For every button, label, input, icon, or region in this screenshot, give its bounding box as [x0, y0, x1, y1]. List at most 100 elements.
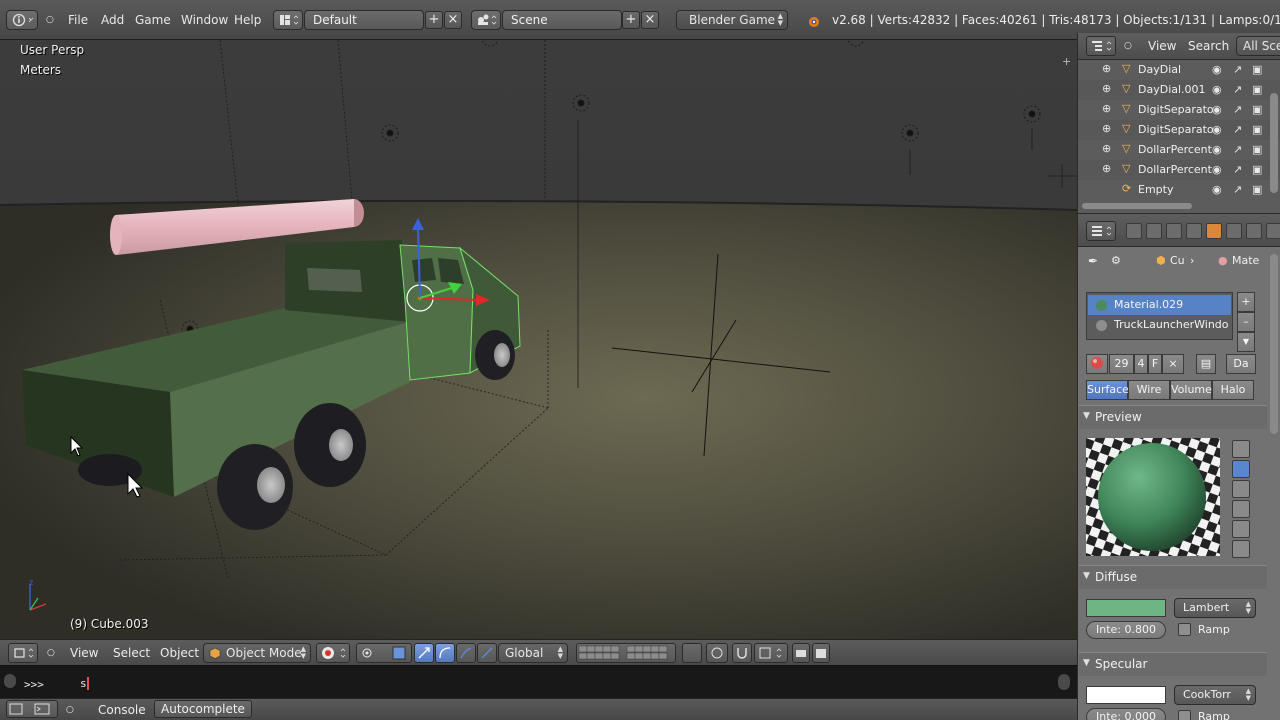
modifiers-tab-icon[interactable]	[1246, 223, 1262, 239]
menu-game[interactable]: Game	[135, 10, 171, 30]
engine-select[interactable]: Blender Game ▲ ▼	[676, 10, 788, 30]
render-anim-button[interactable]	[812, 643, 830, 663]
manipulator-translate[interactable]	[414, 643, 434, 663]
properties-scrollbar[interactable]	[1270, 254, 1278, 434]
outliner-hscrollbar[interactable]	[1082, 203, 1192, 209]
viewport-split-plus-icon[interactable]: +	[1062, 55, 1071, 68]
editor-type-outliner-button[interactable]	[1086, 36, 1116, 56]
tab-wire[interactable]: Wire	[1128, 380, 1170, 400]
menu-console[interactable]: Console	[98, 701, 146, 719]
render-icon[interactable]: ▣	[1252, 63, 1262, 76]
specular-shader-select[interactable]: CookTorr ▲ ▼	[1174, 685, 1256, 705]
render-icon[interactable]: ▣	[1252, 83, 1262, 96]
add-layout-icon[interactable]: +	[425, 11, 443, 29]
material-slot-list[interactable]: Material.029 TruckLauncherWindo	[1086, 292, 1233, 340]
world-tab-icon[interactable]	[1186, 223, 1202, 239]
outliner-row[interactable]: ⊕ ▽ DollarPercent ◉ ↗ ▣	[1078, 140, 1280, 160]
specular-intensity-field[interactable]: Inte: 0.000	[1086, 708, 1166, 720]
expand-icon[interactable]: ⊕	[1102, 102, 1111, 115]
pin-icon[interactable]: ✒	[1088, 254, 1098, 268]
outliner-row[interactable]: ⊕ ▽ DayDial ◉ ↗ ▣	[1078, 60, 1280, 80]
preview-flat-icon[interactable]	[1232, 440, 1250, 458]
material-slot[interactable]: Material.029	[1088, 295, 1231, 315]
diffuse-shader-select[interactable]: Lambert ▲ ▼	[1174, 598, 1256, 618]
remove-scene-icon[interactable]: ×	[641, 11, 659, 29]
autocomplete-button[interactable]: Autocomplete	[154, 700, 252, 718]
menu-help[interactable]: Help	[234, 10, 261, 30]
menu-file[interactable]: File	[68, 10, 88, 30]
outliner-menu-search[interactable]: Search	[1188, 37, 1229, 55]
proportional-edit-button[interactable]	[706, 643, 728, 663]
material-browse-button[interactable]	[1086, 354, 1108, 374]
viewport-shading-select[interactable]	[316, 643, 350, 663]
cursor-icon[interactable]: ↗	[1233, 183, 1242, 196]
cursor-icon[interactable]: ↗	[1233, 123, 1242, 136]
render-icon[interactable]: ▣	[1252, 183, 1262, 196]
screen-layout-field[interactable]: Default	[304, 10, 424, 30]
outliner-vscrollbar[interactable]	[1270, 93, 1278, 193]
collapse-menu-icon[interactable]: ○	[47, 644, 55, 662]
cursor-icon[interactable]: ↗	[1233, 83, 1242, 96]
unlink-material-button[interactable]: ×	[1162, 354, 1184, 374]
cursor-icon[interactable]: ↗	[1233, 63, 1242, 76]
remove-slot-button[interactable]: –	[1237, 312, 1255, 332]
diffuse-intensity-field[interactable]: Inte: 0.800	[1086, 621, 1166, 639]
pivot-point-select[interactable]	[356, 643, 412, 663]
manipulator-scale[interactable]	[456, 643, 476, 663]
expand-icon[interactable]: ⊕	[1102, 142, 1111, 155]
eye-icon[interactable]: ◉	[1212, 143, 1222, 156]
preview-sky-icon[interactable]	[1232, 540, 1250, 558]
fake-user-button[interactable]: F	[1148, 354, 1162, 374]
add-scene-icon[interactable]: +	[622, 11, 640, 29]
editor-type-button[interactable]	[6, 10, 38, 30]
collapse-menu-icon[interactable]: ○	[1124, 37, 1132, 55]
preview-monkey-icon[interactable]	[1232, 500, 1250, 518]
layers-tab-icon[interactable]	[1146, 223, 1162, 239]
outliner-row[interactable]: ⊕ ▽ DayDial.001 ◉ ↗ ▣	[1078, 80, 1280, 100]
diffuse-ramp-checkbox[interactable]	[1178, 623, 1191, 636]
constraints-tab-icon[interactable]	[1226, 223, 1242, 239]
transform-orientation-select[interactable]: Global ▲ ▼	[498, 643, 568, 663]
diffuse-color-swatch[interactable]	[1086, 599, 1166, 617]
tab-volume[interactable]: Volume	[1170, 380, 1212, 400]
lock-layers-button[interactable]	[682, 643, 702, 663]
eye-icon[interactable]: ◉	[1212, 83, 1222, 96]
layout-browse-button[interactable]	[273, 10, 303, 30]
mode-select[interactable]: Object Mode ▲ ▼	[203, 643, 311, 663]
specular-ramp-checkbox[interactable]	[1178, 710, 1191, 720]
eye-icon[interactable]: ◉	[1212, 63, 1222, 76]
render-tab-icon[interactable]	[1126, 223, 1142, 239]
outliner-row[interactable]: ⊕ ▽ DigitSeparato ◉ ↗ ▣	[1078, 120, 1280, 140]
editor-type-properties-button[interactable]	[1086, 221, 1116, 241]
python-console[interactable]: >>> s	[0, 665, 1077, 698]
preview-sphere-icon[interactable]	[1232, 460, 1250, 478]
cursor-icon[interactable]: ↗	[1233, 163, 1242, 176]
tab-surface[interactable]: Surface	[1086, 380, 1129, 400]
expand-icon[interactable]: ⊕	[1102, 162, 1111, 175]
outliner-row[interactable]: ⟳ Empty ◉ ↗ ▣	[1078, 180, 1280, 200]
viewport-canvas[interactable]: z +	[0, 40, 1077, 639]
outliner-row[interactable]: ⊕ ▽ DigitSeparato ◉ ↗ ▣	[1078, 100, 1280, 120]
render-icon[interactable]: ▣	[1252, 103, 1262, 116]
eye-icon[interactable]: ◉	[1212, 103, 1222, 116]
menu-object[interactable]: Object	[160, 644, 199, 662]
snap-element-select[interactable]	[754, 643, 788, 663]
layers-grid[interactable]	[576, 643, 676, 663]
manipulator-rotate[interactable]	[435, 643, 455, 663]
scene-browse-button[interactable]	[471, 10, 501, 30]
render-icon[interactable]: ▣	[1252, 143, 1262, 156]
specular-panel-header[interactable]: ▼ Specular	[1079, 652, 1267, 676]
menu-add[interactable]: Add	[101, 10, 124, 30]
cursor-icon[interactable]: ↗	[1233, 103, 1242, 116]
console-input-line[interactable]: s	[80, 677, 87, 690]
eye-icon[interactable]: ◉	[1212, 183, 1222, 196]
expand-icon[interactable]: ⊕	[1102, 62, 1111, 75]
expand-icon[interactable]: ⊕	[1102, 82, 1111, 95]
expand-icon[interactable]: ⊕	[1102, 122, 1111, 135]
add-slot-button[interactable]: +	[1237, 292, 1255, 312]
material-users-field[interactable]: 29	[1109, 354, 1134, 374]
material-num-field[interactable]: 4	[1134, 354, 1148, 374]
manipulator-toggle[interactable]	[477, 643, 497, 663]
menu-select[interactable]: Select	[113, 644, 150, 662]
specular-color-swatch[interactable]	[1086, 686, 1166, 704]
